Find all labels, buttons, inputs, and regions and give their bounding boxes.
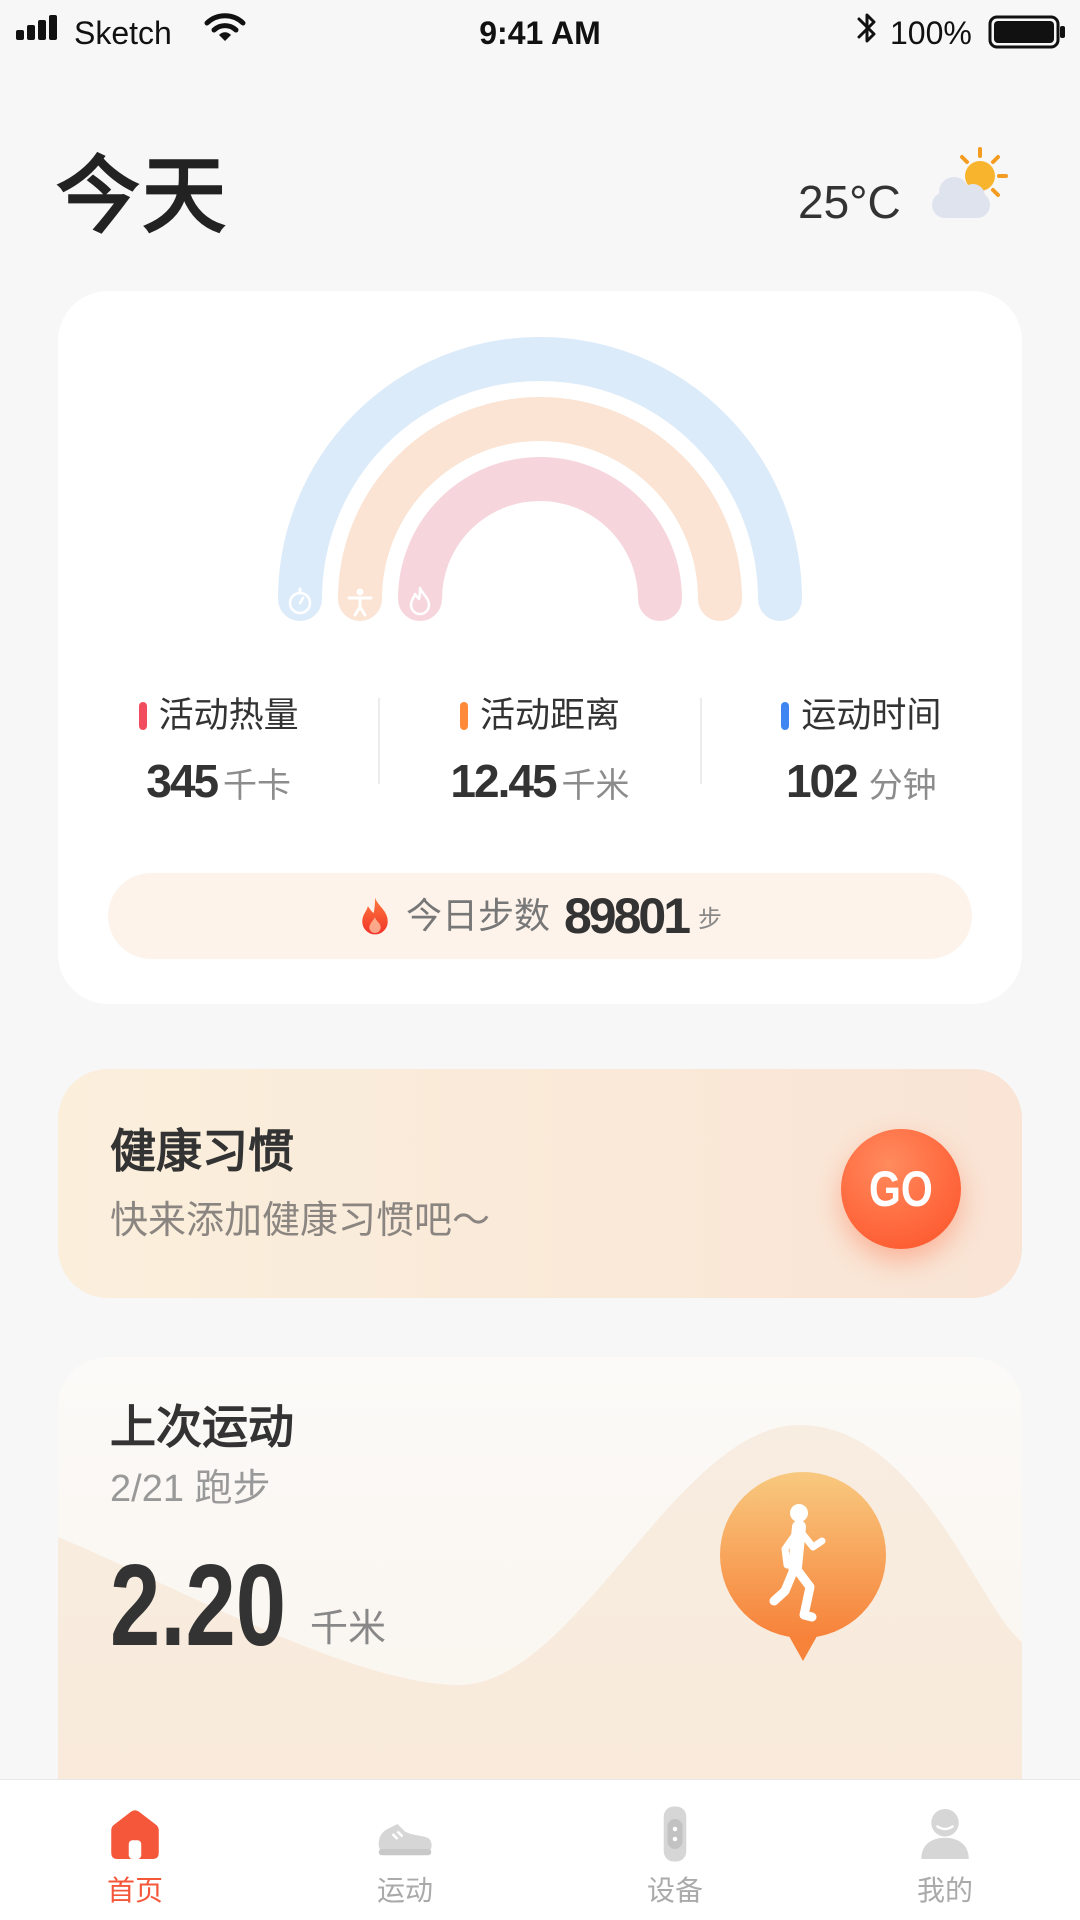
time-color-marker <box>781 702 790 730</box>
tab-label: 首页 <box>106 1875 163 1906</box>
stat-calories[interactable]: 活动热量 345 千卡 <box>58 696 379 805</box>
tab-bar: 首页 运动 设备 我的 <box>0 1779 1080 1920</box>
stat-value: 345 <box>146 755 219 807</box>
last-workout-distance: 2.20 <box>110 1540 287 1670</box>
stat-label: 活动距离 <box>479 696 620 735</box>
go-button-label: GO <box>869 1161 933 1217</box>
bluetooth-icon <box>857 13 876 43</box>
runner-icon <box>720 1472 886 1661</box>
band-icon <box>663 1806 687 1862</box>
last-workout-title: 上次运动 <box>110 1401 294 1453</box>
stat-label: 运动时间 <box>801 696 942 735</box>
tab-workout[interactable]: 运动 <box>270 1780 540 1920</box>
last-workout-unit: 千米 <box>310 1608 387 1650</box>
home-icon <box>111 1810 159 1859</box>
flame-icon <box>362 897 388 935</box>
partly-sunny-icon <box>932 147 1008 218</box>
steps-unit: 步 <box>698 906 723 933</box>
tab-label: 我的 <box>916 1875 973 1906</box>
tab-device[interactable]: 设备 <box>540 1780 810 1920</box>
temperature: 25°C <box>798 176 901 228</box>
stat-value: 102 <box>785 755 859 807</box>
tab-label: 设备 <box>646 1875 703 1906</box>
stat-label: 活动热量 <box>158 696 299 735</box>
status-bar: Sketch 9:41 AM 100% <box>0 0 1080 67</box>
stat-unit: 分钟 <box>868 767 937 805</box>
habit-subtitle: 快来添加健康习惯吧～ <box>110 1200 491 1242</box>
today-steps[interactable]: 今日步数 89801 步 <box>108 873 972 959</box>
stat-unit: 千卡 <box>223 767 292 805</box>
battery-percent: 100% <box>890 15 972 51</box>
stat-unit: 千米 <box>561 767 630 805</box>
battery-icon <box>988 15 1065 49</box>
stat-exercise-time[interactable]: 运动时间 102 分钟 <box>701 696 1022 805</box>
steps-label: 今日步数 <box>405 895 550 936</box>
activity-rings <box>278 337 802 621</box>
tab-home[interactable]: 首页 <box>0 1780 270 1920</box>
calories-color-marker <box>138 702 147 730</box>
tab-label: 运动 <box>376 1875 433 1906</box>
go-button[interactable]: GO <box>841 1129 961 1249</box>
page-title: 今天 <box>56 149 229 243</box>
steps-count: 89801 <box>563 888 691 944</box>
habit-title: 健康习惯 <box>110 1125 294 1177</box>
activity-stats: 活动热量 345 千卡 活动距离 12.45 千米 运动时间 102 分钟 <box>58 696 1022 805</box>
profile-icon <box>921 1809 969 1859</box>
stat-value: 12.45 <box>450 755 557 807</box>
healthy-habit-card[interactable]: 健康习惯 快来添加健康习惯吧～ GO <box>58 1069 1022 1298</box>
sneaker-icon <box>378 1824 432 1856</box>
tab-profile[interactable]: 我的 <box>810 1780 1080 1920</box>
last-workout-date-type: 2/21 跑步 <box>110 1468 271 1510</box>
stat-distance[interactable]: 活动距离 12.45 千米 <box>379 696 700 805</box>
calorie-ring <box>398 457 682 621</box>
distance-color-marker <box>459 702 468 730</box>
activity-card[interactable]: 活动热量 345 千卡 活动距离 12.45 千米 运动时间 102 分钟 今日… <box>58 291 1022 1004</box>
